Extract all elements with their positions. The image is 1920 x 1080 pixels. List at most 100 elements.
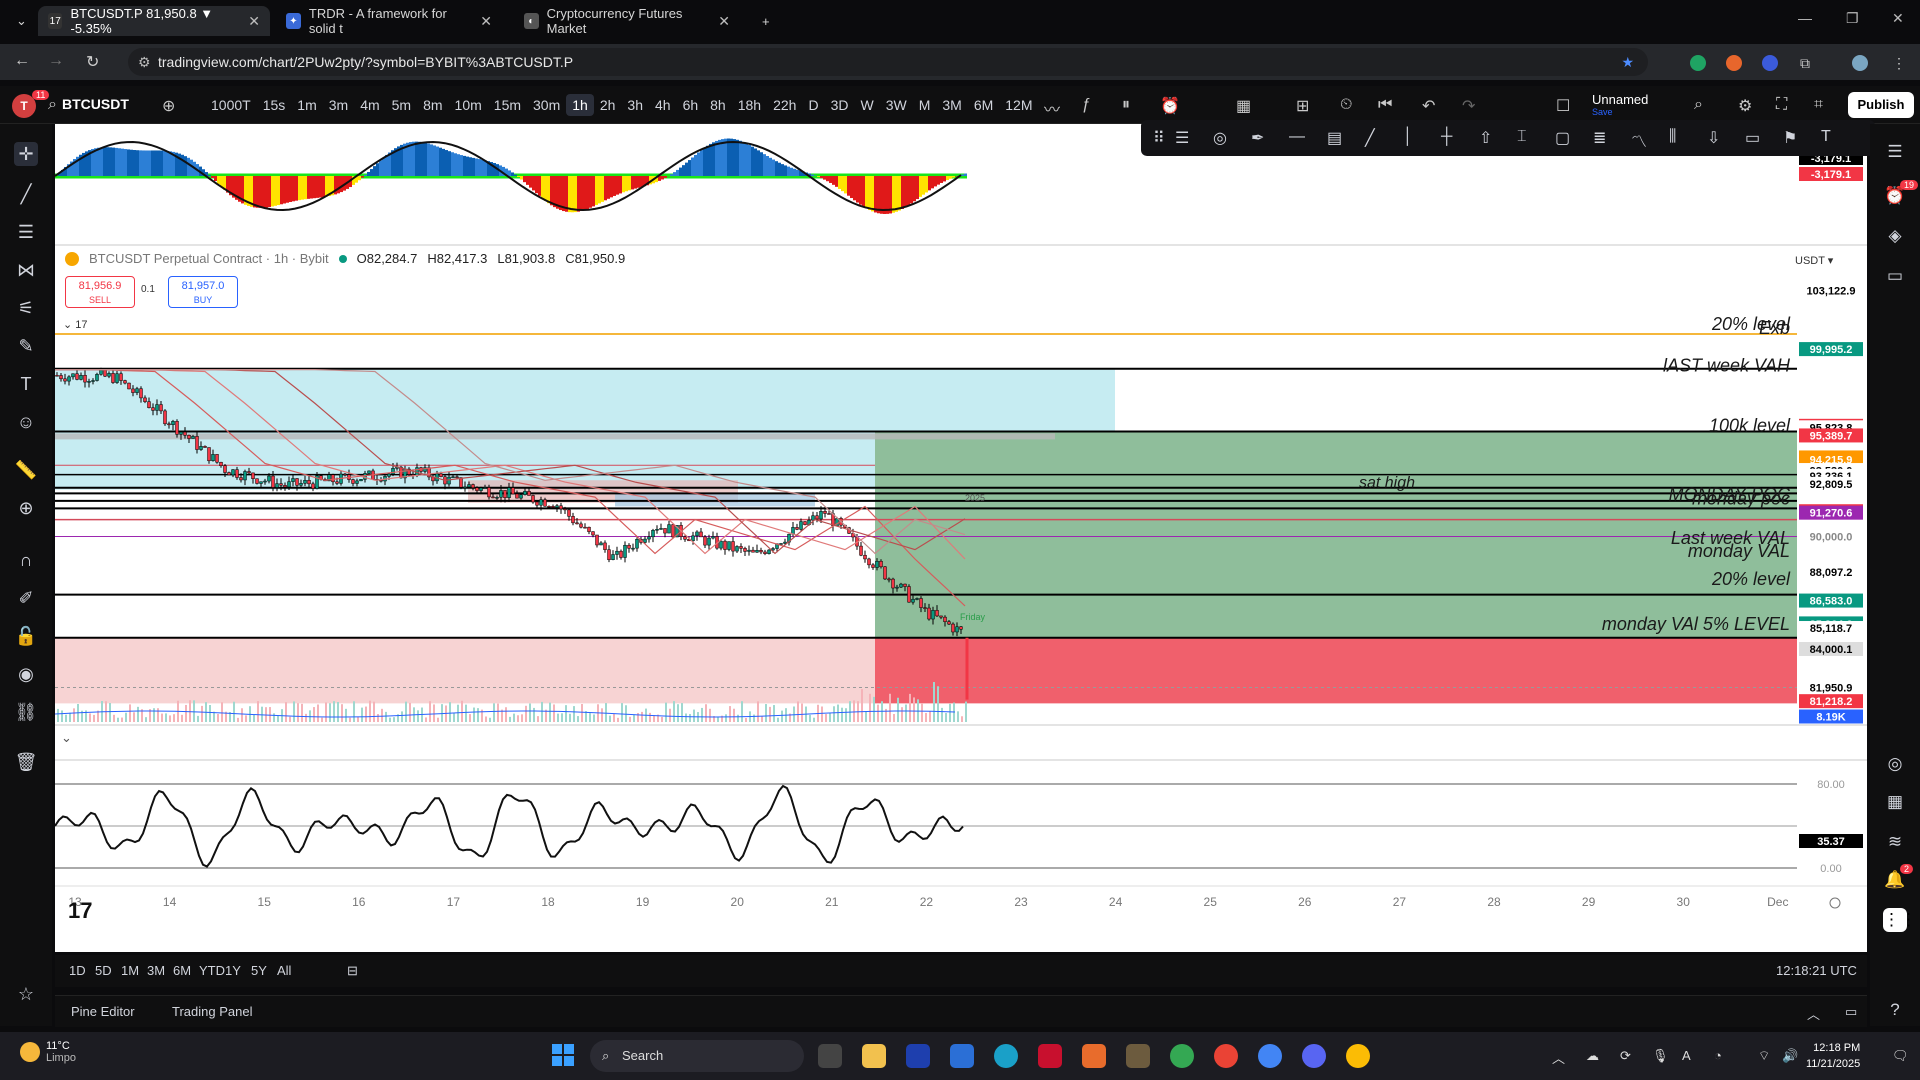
- grammarly-extension-icon[interactable]: [1690, 55, 1706, 71]
- store-icon[interactable]: [950, 1044, 974, 1068]
- interval-5m[interactable]: 5m: [386, 94, 417, 116]
- close-icon[interactable]: ✕: [480, 13, 492, 30]
- rectangle-icon[interactable]: ▢: [1555, 128, 1570, 148]
- quick-search-icon[interactable]: ⌕: [1694, 96, 1703, 114]
- interval-M[interactable]: M: [913, 94, 937, 116]
- metamask-extension-icon[interactable]: [1726, 55, 1742, 71]
- indicator-toggle[interactable]: ⌄ 17: [63, 318, 88, 331]
- tab-trdr[interactable]: ✦ TRDR - A framework for solid t ✕: [276, 6, 502, 36]
- circle-icon[interactable]: ◎: [1213, 128, 1227, 148]
- app-l-icon[interactable]: [906, 1044, 930, 1068]
- utc-clock[interactable]: 12:18:21 UTC: [1776, 963, 1857, 978]
- cursor-icon[interactable]: ✛: [14, 142, 38, 166]
- interval-3W[interactable]: 3W: [880, 94, 913, 116]
- range-1m[interactable]: 1M: [121, 963, 139, 978]
- layout-checkbox-icon[interactable]: ☐: [1556, 96, 1570, 116]
- extension-icon[interactable]: [1762, 55, 1778, 71]
- chrome-profile-3-icon[interactable]: [1346, 1044, 1370, 1068]
- interval-4h[interactable]: 4h: [649, 94, 677, 116]
- chart-area[interactable]: 20% level Exb lAST week VAH 100k level sat h…: [55, 124, 1867, 952]
- tab-tradingview[interactable]: 17 BTCUSDT.P 81,950.8 ▼ -5.35% ✕: [38, 6, 270, 36]
- edge-icon[interactable]: [994, 1044, 1018, 1068]
- arrow-down-icon[interactable]: ⇩: [1707, 128, 1720, 148]
- interval-12M[interactable]: 12M: [999, 94, 1038, 116]
- chevron-up-icon[interactable]: ︿: [1807, 1004, 1820, 1023]
- range-1y[interactable]: 1Y: [225, 963, 241, 978]
- interval-30m[interactable]: 30m: [527, 94, 566, 116]
- range-1d[interactable]: 1D: [69, 963, 86, 978]
- range-3m[interactable]: 3M: [147, 963, 165, 978]
- eye-icon[interactable]: ◉: [14, 662, 38, 686]
- compare-symbol-icon[interactable]: ⊕: [162, 96, 175, 116]
- drag-handle-icon[interactable]: ⠿: [1153, 128, 1165, 148]
- fullscreen-icon[interactable]: ⛶: [1776, 96, 1787, 114]
- star-icon[interactable]: ☆: [14, 982, 38, 1006]
- news-feed-icon[interactable]: ≋: [1883, 830, 1907, 854]
- wifi-icon[interactable]: ⌔: [1758, 1048, 1770, 1064]
- cloud-icon[interactable]: ☁: [1586, 1048, 1599, 1064]
- camera-icon[interactable]: ⌗: [1814, 96, 1823, 114]
- currency-select[interactable]: USDT ▾: [1795, 254, 1833, 267]
- interval-22h[interactable]: 22h: [767, 94, 802, 116]
- chrome-icon[interactable]: [1170, 1044, 1194, 1068]
- ray-icon[interactable]: ╱: [1365, 128, 1375, 148]
- notification-center-icon[interactable]: 🗨: [1892, 1048, 1909, 1064]
- axis-settings-icon[interactable]: [1829, 897, 1841, 909]
- interval-6M[interactable]: 6M: [968, 94, 999, 116]
- chart-svg[interactable]: 20% level Exb lAST week VAH 100k level sat h…: [55, 124, 1867, 952]
- interval-6h[interactable]: 6h: [677, 94, 705, 116]
- photos-icon[interactable]: [1082, 1044, 1106, 1068]
- emoji-icon[interactable]: ☺: [14, 410, 38, 434]
- ruler-icon[interactable]: 📏: [14, 458, 38, 482]
- forward-icon[interactable]: →: [48, 52, 64, 70]
- interval-1h[interactable]: 1h: [566, 94, 594, 116]
- interval-18h[interactable]: 18h: [732, 94, 767, 116]
- interval-1000T[interactable]: 1000T: [205, 94, 257, 116]
- cross-line-icon[interactable]: ┼: [1441, 128, 1452, 146]
- interval-3m[interactable]: 3m: [323, 94, 354, 116]
- reload-icon[interactable]: ↻: [86, 52, 99, 72]
- sell-button[interactable]: 81,956.9 SELL: [65, 276, 135, 308]
- publish-button[interactable]: Publish: [1848, 92, 1914, 118]
- pen-icon[interactable]: ✒: [1251, 128, 1264, 148]
- callout-icon[interactable]: ▭: [1745, 128, 1760, 148]
- gear-icon[interactable]: ⚙: [1738, 96, 1752, 116]
- taskbar-search[interactable]: ⌕ Search: [590, 1040, 804, 1072]
- channel-icon[interactable]: ▤: [1327, 128, 1342, 148]
- interval-W[interactable]: W: [854, 94, 879, 116]
- task-view-icon[interactable]: [818, 1044, 842, 1068]
- taskbar-clock[interactable]: 12:18 PM 11/21/2025: [1806, 1040, 1860, 1072]
- products-grid-icon[interactable]: ⋮⋮: [1883, 908, 1917, 932]
- range-ytd[interactable]: YTD: [199, 963, 225, 978]
- chrome-profile-icon[interactable]: [1214, 1044, 1238, 1068]
- pine-editor-tab[interactable]: Pine Editor: [71, 1004, 135, 1019]
- antivirus-icon[interactable]: [1038, 1044, 1062, 1068]
- bookmark-star-icon[interactable]: ★: [1621, 48, 1634, 76]
- mic-icon[interactable]: 🎙: [1652, 1048, 1669, 1064]
- replay-icon[interactable]: ⏲: [1340, 96, 1352, 114]
- prediction-icon[interactable]: ⚟: [14, 296, 38, 320]
- layout-grid-icon[interactable]: ⊞: [1296, 96, 1309, 116]
- path-icon[interactable]: 〽: [1631, 128, 1647, 152]
- interval-3M[interactable]: 3M: [936, 94, 967, 116]
- interval-15s[interactable]: 15s: [257, 94, 292, 116]
- tab-crypto-futures[interactable]: ◐ Cryptocurrency Futures Market ✕: [514, 6, 740, 36]
- fib-icon[interactable]: ☰: [14, 220, 38, 244]
- chart-type-line-icon[interactable]: 〰: [1044, 96, 1060, 120]
- menu-dots-icon[interactable]: ⋮: [1892, 55, 1908, 71]
- interval-8m[interactable]: 8m: [417, 94, 448, 116]
- app-icon[interactable]: [1126, 1044, 1150, 1068]
- target-icon[interactable]: ◎: [1883, 752, 1907, 776]
- sync-icon[interactable]: ⟳: [1620, 1048, 1631, 1064]
- bar-replay-icon[interactable]: ⏸: [1122, 96, 1130, 114]
- symbol-search-button[interactable]: BTCUSDT: [62, 96, 129, 112]
- trading-panel-tab[interactable]: Trading Panel: [172, 1004, 252, 1019]
- volume-icon[interactable]: 🔊: [1782, 1048, 1798, 1064]
- maximize-panel-icon[interactable]: ▭: [1845, 1004, 1857, 1020]
- interval-15m[interactable]: 15m: [488, 94, 527, 116]
- profile-avatar-icon[interactable]: [1852, 55, 1868, 71]
- magnet-icon[interactable]: ∩: [14, 548, 38, 572]
- vertical-line-icon[interactable]: │: [1403, 128, 1413, 146]
- calendar-icon[interactable]: ▦: [1883, 790, 1907, 814]
- back-icon[interactable]: ←: [14, 52, 30, 70]
